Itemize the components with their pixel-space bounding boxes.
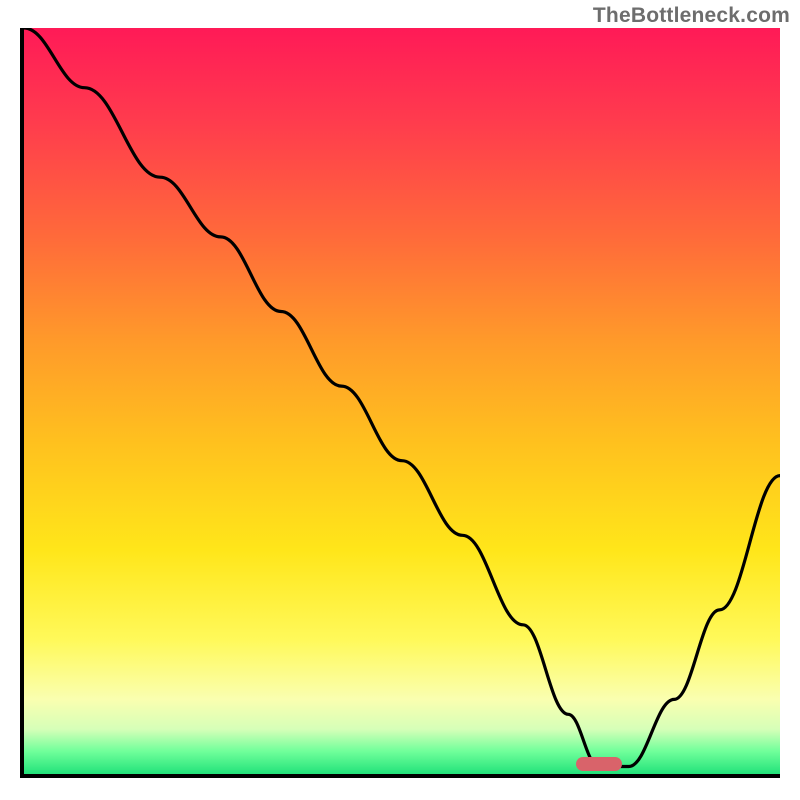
optimal-point-marker bbox=[576, 757, 622, 771]
watermark-text: TheBottleneck.com bbox=[593, 4, 790, 28]
chart-container: TheBottleneck.com bbox=[0, 0, 800, 800]
plot-area bbox=[24, 28, 780, 774]
bottleneck-curve-path bbox=[24, 28, 780, 767]
bottleneck-curve-svg bbox=[24, 28, 780, 774]
